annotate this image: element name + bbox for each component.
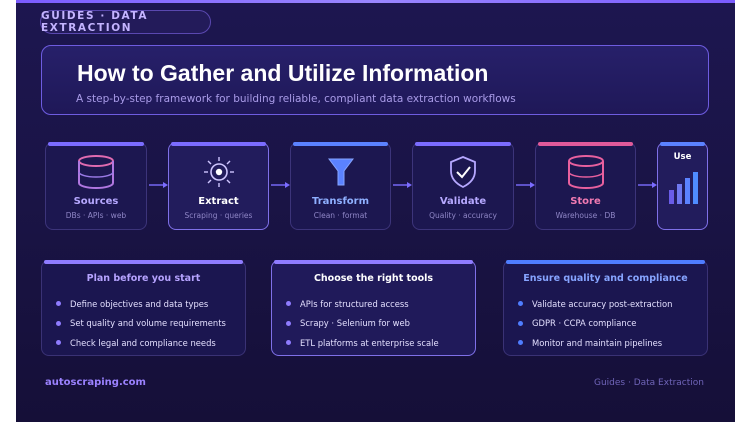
- card-title: Plan before you start: [86, 273, 201, 284]
- bullet-icon: [518, 320, 523, 326]
- step-subtitle: Clean · format: [313, 211, 368, 220]
- page-title: How to Gather and Utilize Information: [77, 60, 489, 86]
- database-icon: [567, 155, 604, 189]
- card-quality: Ensure quality and compliance Validate a…: [503, 260, 708, 356]
- top-accent-line: [16, 0, 735, 3]
- bullet-icon: [56, 320, 61, 326]
- flow-arrow: [638, 182, 657, 188]
- database-icon: [78, 155, 114, 189]
- list-item: Check legal and compliance needs: [56, 333, 226, 353]
- bullet-icon: [56, 340, 61, 346]
- shield-check-icon: [450, 156, 476, 189]
- bullet-icon: [286, 320, 291, 326]
- step-accent-bar: [415, 142, 511, 146]
- step-store: Store Warehouse · DB: [535, 142, 636, 230]
- list-item: Define objectives and data types: [56, 294, 226, 314]
- hero-panel: How to Gather and Utilize Information A …: [41, 45, 709, 115]
- flow-arrow: [149, 182, 168, 188]
- list-item: APIs for structured access: [286, 294, 439, 314]
- list-item: ETL platforms at enterprise scale: [286, 333, 439, 353]
- step-transform: Transform Clean · format: [290, 142, 391, 230]
- step-title: Transform: [311, 196, 370, 207]
- step-title: Extract: [198, 196, 239, 207]
- card-list: Validate accuracy post-extraction GDPR ·…: [518, 294, 672, 353]
- card-accent-bar: [506, 260, 705, 264]
- bullet-icon: [518, 340, 523, 346]
- step-subtitle: Scraping · queries: [184, 211, 253, 220]
- step-title: Validate: [439, 196, 487, 207]
- card-list: Define objectives and data types Set qua…: [56, 294, 226, 353]
- step-title: Store: [570, 196, 601, 207]
- category-badge: GUIDES · DATA EXTRACTION: [40, 10, 211, 34]
- slide: GUIDES · DATA EXTRACTION How to Gather a…: [16, 0, 735, 422]
- step-extract: Extract Scraping · queries: [168, 142, 269, 230]
- step-accent-bar: [538, 142, 633, 146]
- step-sources: Sources DBs · APIs · web: [45, 142, 147, 230]
- step-title: Use: [673, 152, 692, 162]
- step-subtitle: DBs · APIs · web: [65, 211, 127, 220]
- page-subtitle: A step-by-step framework for building re…: [76, 93, 516, 105]
- bullet-icon: [286, 340, 291, 346]
- step-accent-bar: [48, 142, 144, 146]
- footer-label: Guides · Data Extraction: [594, 378, 704, 388]
- flow-arrow: [271, 182, 290, 188]
- footer-site: autoscraping.com: [45, 377, 146, 388]
- card-accent-bar: [274, 260, 473, 264]
- bar-chart-icon: [669, 172, 698, 204]
- step-subtitle: Quality · accuracy: [429, 211, 497, 220]
- card-title: Ensure quality and compliance: [523, 273, 688, 284]
- list-item: Set quality and volume requirements: [56, 314, 226, 334]
- bullet-icon: [518, 301, 523, 307]
- funnel-icon: [327, 158, 354, 186]
- card-plan: Plan before you start Define objectives …: [41, 260, 246, 356]
- list-item: GDPR · CCPA compliance: [518, 314, 672, 334]
- sparkle-icon: [203, 157, 234, 187]
- list-item: Scrapy · Selenium for web: [286, 314, 439, 334]
- bullet-icon: [56, 301, 61, 307]
- list-item: Validate accuracy post-extraction: [518, 294, 672, 314]
- step-accent-bar: [293, 142, 388, 146]
- step-accent-bar: [660, 142, 705, 146]
- list-item: Monitor and maintain pipelines: [518, 333, 672, 353]
- step-subtitle: Warehouse · DB: [555, 211, 616, 220]
- step-accent-bar: [171, 142, 266, 146]
- card-title: Choose the right tools: [313, 273, 434, 284]
- card-list: APIs for structured access Scrapy · Sele…: [286, 294, 439, 353]
- flow-arrow: [393, 182, 412, 188]
- flow-arrow: [516, 182, 535, 188]
- bullet-icon: [286, 301, 291, 307]
- step-title: Sources: [73, 196, 119, 207]
- step-validate: Validate Quality · accuracy: [412, 142, 514, 230]
- card-tools: Choose the right tools APIs for structur…: [271, 260, 476, 356]
- card-accent-bar: [44, 260, 243, 264]
- step-use: Use: [657, 142, 708, 230]
